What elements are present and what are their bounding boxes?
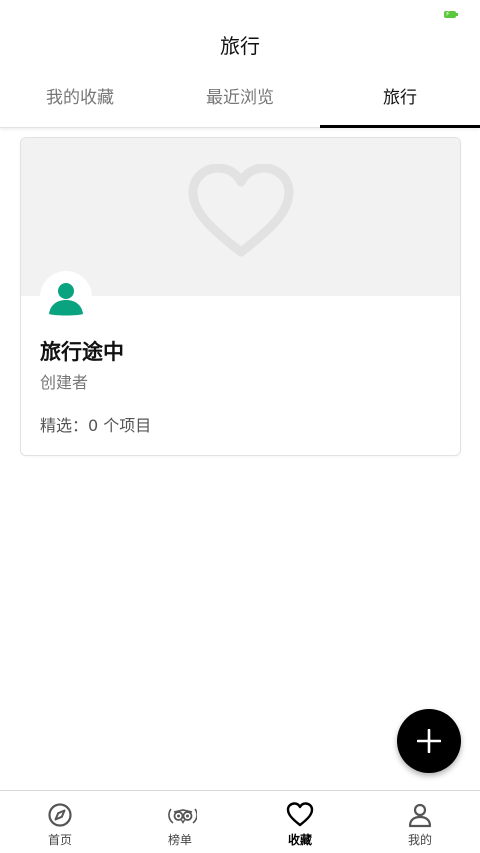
nav-item-profile[interactable]: 我的	[360, 791, 480, 853]
trip-creator: 创建者	[40, 373, 89, 392]
nav-label-favorites: 收藏	[287, 833, 312, 847]
tab-bar: 我的收藏 最近浏览 旅行	[0, 78, 480, 128]
bottom-nav: 首页 榜单 收藏 我的	[0, 790, 480, 853]
trip-title: 旅行途中	[40, 340, 124, 364]
heart-icon	[286, 802, 314, 827]
heart-icon	[188, 164, 294, 257]
page-title: 旅行	[220, 34, 260, 58]
compass-icon	[48, 803, 72, 827]
avatar	[40, 271, 92, 323]
nav-item-rankings[interactable]: 榜单	[120, 791, 240, 853]
tab-recently-viewed[interactable]: 最近浏览	[160, 78, 320, 127]
nav-label-home: 首页	[47, 833, 72, 847]
nav-label-rankings: 榜单	[167, 833, 192, 847]
owl-laurel-icon	[168, 808, 197, 824]
status-bar: ⚡	[0, 0, 480, 28]
tab-my-favorites[interactable]: 我的收藏	[0, 78, 160, 127]
tab-trips[interactable]: 旅行	[320, 78, 480, 128]
plus-icon	[417, 729, 441, 753]
trip-cover	[21, 138, 460, 296]
person-icon	[49, 283, 83, 316]
battery-icon: ⚡	[444, 10, 458, 18]
trip-item-count: 精选：0 个项目	[40, 416, 152, 435]
nav-item-favorites[interactable]: 收藏	[240, 791, 360, 853]
person-icon	[408, 803, 432, 828]
add-trip-button[interactable]	[397, 709, 461, 773]
trip-card[interactable]: 旅行途中 创建者 精选：0 个项目	[20, 137, 461, 456]
nav-item-home[interactable]: 首页	[0, 791, 120, 853]
nav-label-profile: 我的	[407, 833, 432, 847]
